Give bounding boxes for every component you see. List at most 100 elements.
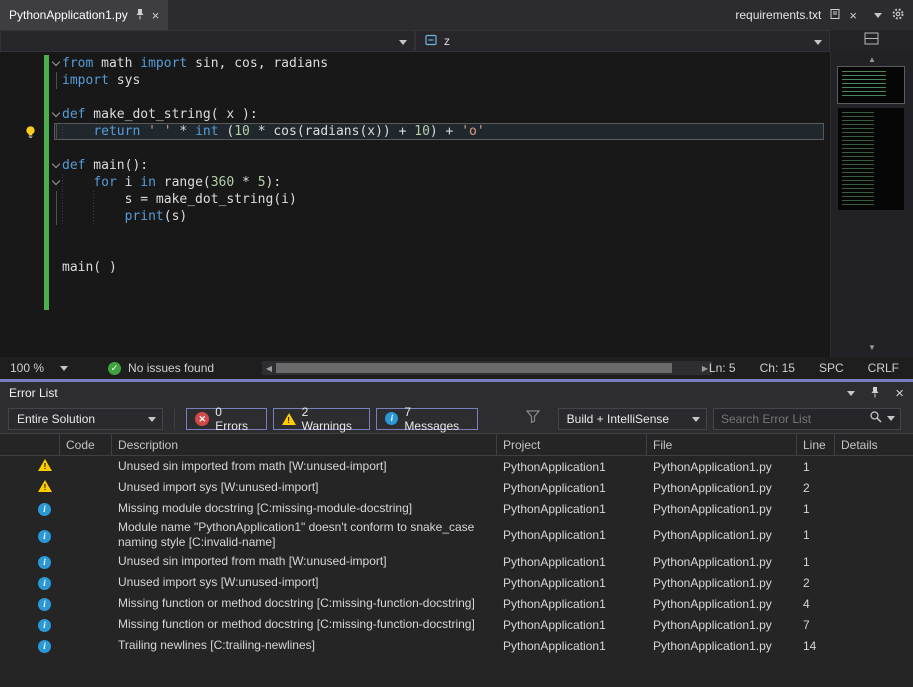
scope-filter-value: Entire Solution xyxy=(17,412,95,426)
pin-icon[interactable] xyxy=(870,386,880,401)
error-row[interactable]: iModule name "PythonApplication1" doesn'… xyxy=(0,519,913,551)
chevron-down-icon xyxy=(148,417,156,422)
chevron-down-icon xyxy=(692,417,700,422)
tab-label: PythonApplication1.py xyxy=(9,8,128,22)
member-icon xyxy=(424,34,438,49)
column-header-description[interactable]: Description xyxy=(112,434,497,455)
error-description: Unused import sys [W:unused-import] xyxy=(112,575,497,590)
document-map-viewport[interactable] xyxy=(838,67,904,103)
fold-gutter xyxy=(51,89,62,106)
code-line[interactable]: main( ) xyxy=(0,259,830,276)
fold-collapse-icon[interactable] xyxy=(51,55,62,72)
code-line[interactable]: return ' ' * int (10 * cos(radians(x)) +… xyxy=(0,123,830,140)
code-line[interactable]: from math import sin, cos, radians xyxy=(0,55,830,72)
errors-filter-button[interactable]: ✕ 0 Errors xyxy=(186,408,266,430)
split-window-handle[interactable] xyxy=(830,30,913,52)
errors-filter-label: 0 Errors xyxy=(215,405,257,433)
pin-icon[interactable] xyxy=(135,8,145,23)
panel-title-icons: × xyxy=(847,386,904,401)
column-header-project[interactable]: Project xyxy=(497,434,647,455)
messages-filter-label: 7 Messages xyxy=(404,405,468,433)
error-row[interactable]: !Unused sin imported from math [W:unused… xyxy=(0,456,913,477)
column-header-details[interactable]: Details xyxy=(835,434,913,455)
member-dropdown[interactable]: z xyxy=(415,30,830,52)
fold-collapse-icon[interactable] xyxy=(51,157,62,174)
error-file: PythonApplication1.py xyxy=(647,481,797,495)
editor-row: from math import sin, cos, radiansimport… xyxy=(0,52,913,357)
tab-bar-right: requirements.txt × xyxy=(735,0,913,30)
code-editor[interactable]: from math import sin, cos, radiansimport… xyxy=(0,52,830,357)
error-row[interactable]: !Unused import sys [W:unused-import]Pyth… xyxy=(0,477,913,498)
chevron-down-icon xyxy=(814,40,822,45)
error-row[interactable]: iMissing function or method docstring [C… xyxy=(0,593,913,614)
chevron-down-icon[interactable] xyxy=(887,416,895,421)
horizontal-scrollbar-thumb[interactable] xyxy=(276,363,672,373)
close-icon[interactable]: × xyxy=(152,9,160,22)
code-line[interactable] xyxy=(0,89,830,106)
column-header-line[interactable]: Line xyxy=(797,434,835,455)
check-icon: ✓ xyxy=(108,362,121,375)
zoom-dropdown[interactable]: 100 % xyxy=(0,361,78,375)
code-line[interactable]: print(s) xyxy=(0,208,830,225)
code-line[interactable] xyxy=(0,293,830,310)
error-line: 1 xyxy=(797,528,835,542)
error-list-title-bar[interactable]: Error List × xyxy=(0,382,913,404)
error-row[interactable]: iTrailing newlines [C:trailing-newlines]… xyxy=(0,635,913,656)
search-input[interactable] xyxy=(714,412,864,426)
code-line[interactable]: def main(): xyxy=(0,157,830,174)
close-icon[interactable]: × xyxy=(849,9,857,22)
source-filter-value: Build + IntelliSense xyxy=(567,412,669,426)
code-line[interactable]: s = make_dot_string(i) xyxy=(0,191,830,208)
scope-dropdown[interactable] xyxy=(0,30,415,52)
source-filter-dropdown[interactable]: Build + IntelliSense xyxy=(558,408,707,430)
code-line[interactable]: for i in range(360 * 5): xyxy=(0,174,830,191)
keep-open-icon[interactable] xyxy=(830,8,840,23)
scroll-up-icon[interactable]: ▲ xyxy=(831,55,913,64)
filter-icon[interactable] xyxy=(526,410,540,428)
scroll-down-icon[interactable]: ▼ xyxy=(831,343,913,352)
gear-icon[interactable] xyxy=(891,7,905,24)
window-position-icon[interactable] xyxy=(847,391,855,396)
chevron-down-icon[interactable] xyxy=(874,13,882,18)
fold-collapse-icon[interactable] xyxy=(51,174,62,191)
tab-requirements-label[interactable]: requirements.txt xyxy=(735,8,821,22)
column-header-file[interactable]: File xyxy=(647,434,797,455)
tab-pythonapplication1[interactable]: PythonApplication1.py × xyxy=(0,0,168,30)
warnings-filter-button[interactable]: ! 2 Warnings xyxy=(273,408,371,430)
error-row[interactable]: iMissing function or method docstring [C… xyxy=(0,614,913,635)
column-header-severity[interactable] xyxy=(0,434,60,455)
code-line[interactable] xyxy=(0,310,830,327)
lightbulb-icon[interactable] xyxy=(24,125,37,144)
code-line[interactable]: import sys xyxy=(0,72,830,89)
error-row[interactable]: iMissing module docstring [C:missing-mod… xyxy=(0,498,913,519)
code-line[interactable] xyxy=(0,225,830,242)
code-lines: from math import sin, cos, radiansimport… xyxy=(0,55,830,327)
code-text: s = make_dot_string(i) xyxy=(62,192,297,207)
code-line[interactable] xyxy=(0,242,830,259)
panel-title-text: Error List xyxy=(9,386,58,400)
messages-filter-button[interactable]: i 7 Messages xyxy=(376,408,477,430)
document-map-preview[interactable] xyxy=(838,108,904,210)
close-icon[interactable]: × xyxy=(895,387,904,400)
scroll-left-icon[interactable]: ◀ xyxy=(262,364,276,373)
search-icon[interactable] xyxy=(869,410,882,428)
warnings-filter-label: 2 Warnings xyxy=(302,405,362,433)
column-header-code[interactable]: Code xyxy=(60,434,112,455)
code-line[interactable] xyxy=(0,140,830,157)
code-line[interactable]: def make_dot_string( x ): xyxy=(0,106,830,123)
scope-filter-dropdown[interactable]: Entire Solution xyxy=(8,408,163,430)
horizontal-scrollbar[interactable]: ◀ ▶ xyxy=(262,361,712,375)
vertical-scrollbar-map[interactable]: ▲ ▼ xyxy=(830,52,913,357)
code-text: print(s) xyxy=(62,209,187,224)
error-project: PythonApplication1 xyxy=(497,618,647,632)
fold-collapse-icon[interactable] xyxy=(51,106,62,123)
member-value: z xyxy=(444,34,450,48)
error-description: Module name "PythonApplication1" doesn't… xyxy=(112,520,497,550)
code-line[interactable] xyxy=(0,276,830,293)
error-row[interactable]: iUnused import sys [W:unused-import]Pyth… xyxy=(0,572,913,593)
error-description: Unused import sys [W:unused-import] xyxy=(112,480,497,495)
issues-indicator[interactable]: ✓ No issues found xyxy=(108,361,214,375)
fold-gutter xyxy=(51,191,62,208)
error-row[interactable]: iUnused sin imported from math [W:unused… xyxy=(0,551,913,572)
fold-gutter xyxy=(51,276,62,293)
